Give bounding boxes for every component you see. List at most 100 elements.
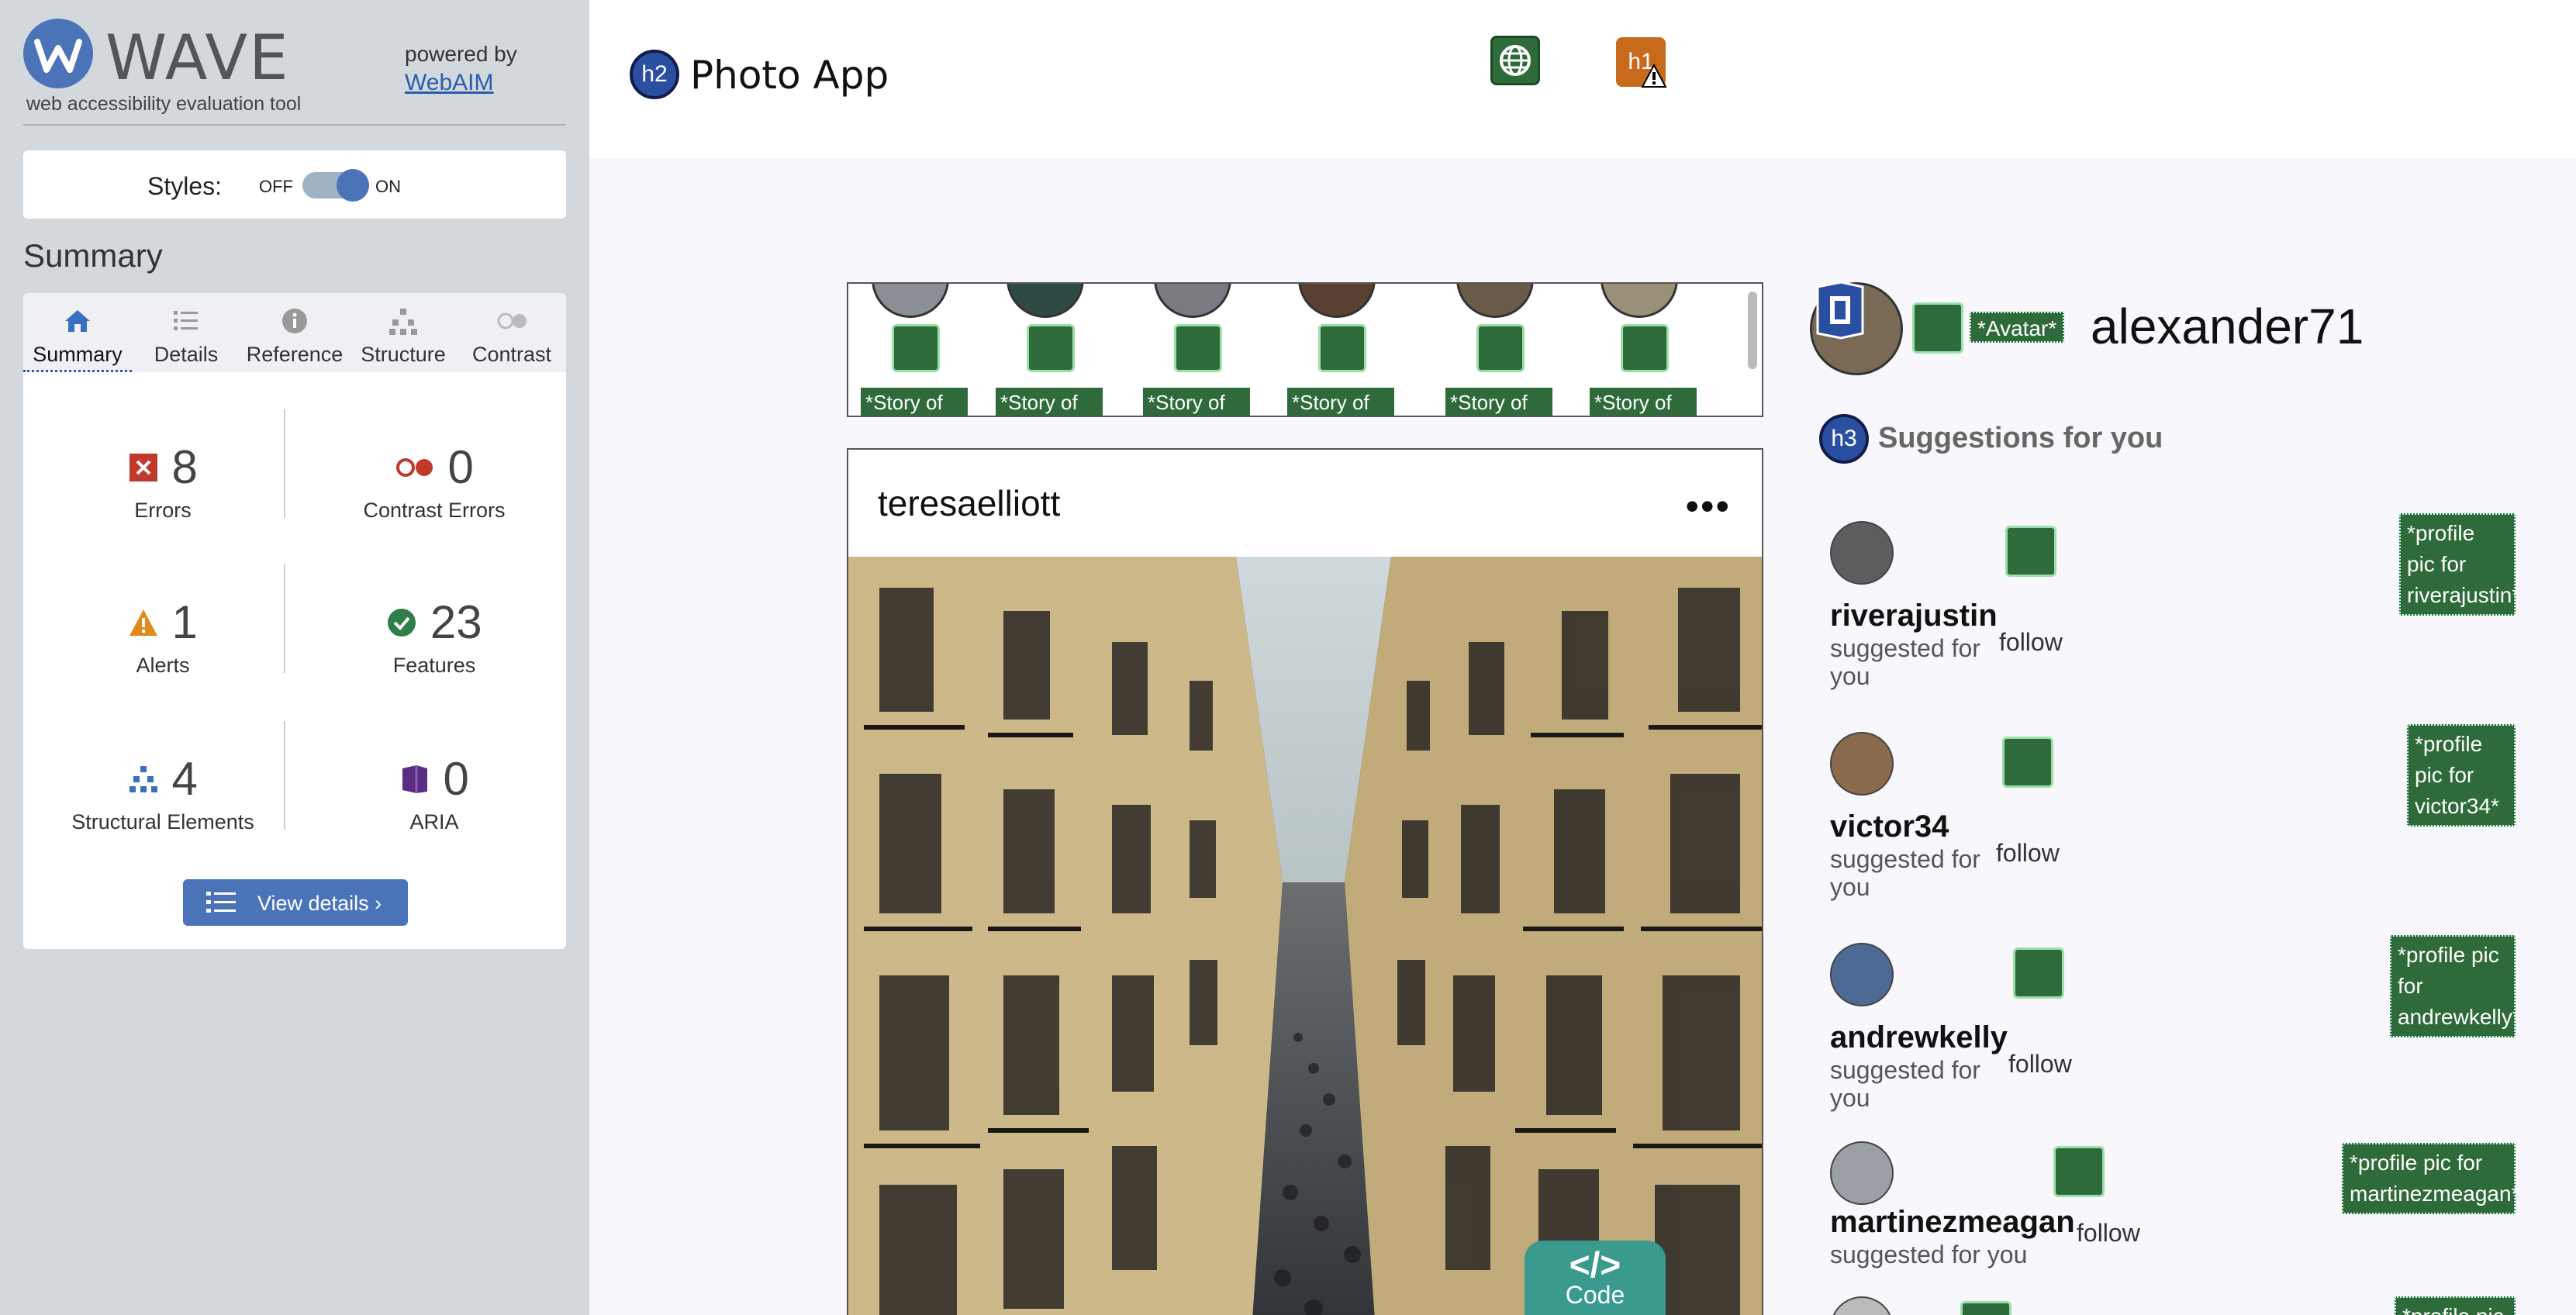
stat-divider <box>284 564 285 673</box>
tab-contrast[interactable]: Contrast <box>458 293 566 372</box>
stat-errors[interactable]: 8 Errors <box>39 440 287 523</box>
toggle-knob[interactable] <box>337 169 369 202</box>
wave-tabs: Summary Details Reference Structure Cont… <box>23 293 566 372</box>
profile-username[interactable]: alexander71 <box>2091 298 2364 355</box>
suggestion-username[interactable]: riverajustin <box>1830 599 1998 633</box>
feature-check-icon <box>388 608 416 637</box>
profile-pic-alt-tag: *profile pic for andrewkelly* <box>2390 935 2521 1037</box>
image-feature-icon <box>2005 526 2056 577</box>
story-item[interactable]: *Story of <box>848 284 968 416</box>
suggestion-username[interactable]: martinezmeagan <box>1830 1205 2075 1240</box>
follow-button[interactable]: follow <box>2008 1050 2072 1079</box>
story-caption: *Story of <box>1445 388 1552 416</box>
image-feature-icon <box>892 324 940 372</box>
stat-alerts[interactable]: 1 Alerts <box>39 595 287 678</box>
story-item[interactable]: *Story of <box>1577 284 1697 416</box>
stat-features[interactable]: 23 Features <box>310 595 558 678</box>
styles-toggle[interactable] <box>302 169 369 202</box>
suggestion-subtitle: suggested for you <box>1830 634 1980 690</box>
h3-badge[interactable]: h3 <box>1819 414 1869 464</box>
code-toggle-button[interactable]: </> Code <box>1525 1241 1666 1315</box>
list-icon <box>174 311 198 330</box>
suggestion-username[interactable]: victor34 <box>1830 809 1949 844</box>
suggestion-item: victor34 suggested for you follow *profi… <box>1830 724 2574 903</box>
photo-app: h2 Photo App h1 *Story of *Story of *Sto… <box>589 0 2576 1315</box>
tab-reference[interactable]: Reference <box>240 293 349 372</box>
view-details-button[interactable]: View details › <box>183 879 408 926</box>
tab-structure[interactable]: Structure <box>349 293 458 372</box>
story-avatar <box>872 284 949 318</box>
suggestion-username[interactable]: andrewkelly <box>1830 1020 2008 1055</box>
suggestion-item: *profile pic <box>1830 1293 2574 1315</box>
styles-on-label: ON <box>375 177 401 196</box>
suggestion-avatar <box>1830 943 1894 1006</box>
post-username[interactable]: teresaelliott <box>878 482 1060 524</box>
story-item[interactable]: *Story of <box>1131 284 1250 416</box>
tab-summary[interactable]: Summary <box>23 293 132 372</box>
contrast-icon <box>497 312 527 330</box>
image-feature-icon <box>1027 324 1075 372</box>
more-options-icon[interactable]: ••• <box>1685 484 1731 529</box>
suggestion-subtitle: suggested for you <box>1830 1056 1980 1112</box>
tab-details[interactable]: Details <box>132 293 240 372</box>
post-photo[interactable] <box>848 557 1763 1315</box>
profile-pic-alt-tag: *profile pic for victor34* <box>2407 724 2516 827</box>
image-feature-icon <box>1912 302 1963 354</box>
avatar-alt-tag: *Avatar* <box>1970 312 2065 343</box>
image-feature-icon <box>1960 1301 2011 1315</box>
follow-button[interactable]: follow <box>1996 839 2060 868</box>
home-icon <box>65 310 90 332</box>
story-item[interactable]: *Story of <box>1275 284 1394 416</box>
powered-by-label: powered by <box>405 42 517 66</box>
image-feature-icon <box>1476 324 1525 372</box>
profile-pic-alt-tag: *profile pic <box>2395 1296 2516 1315</box>
story-avatar <box>1007 284 1084 318</box>
image-feature-icon <box>2053 1146 2105 1197</box>
wave-sidebar: WAVE web accessibility evaluation tool p… <box>0 0 589 1315</box>
alert-icon <box>129 609 158 636</box>
webaim-link[interactable]: WebAIM <box>405 70 493 96</box>
suggestion-item: martinezmeagan suggested for you follow … <box>1830 1141 2574 1296</box>
story-avatar <box>1298 284 1376 318</box>
list-icon <box>206 892 236 913</box>
stat-aria[interactable]: 0 ARIA <box>310 752 558 834</box>
story-caption: *Story of <box>1287 388 1394 416</box>
suggestion-avatar <box>1830 521 1894 585</box>
story-avatar <box>1154 284 1231 318</box>
image-feature-icon <box>1318 324 1366 372</box>
aria-icon <box>402 764 428 793</box>
story-item[interactable]: *Story of <box>983 284 1103 416</box>
image-feature-icon <box>2002 737 2053 788</box>
suggestion-avatar <box>1830 1141 1894 1205</box>
structure-icon <box>389 309 417 335</box>
suggestion-item: andrewkelly suggested for you follow *pr… <box>1830 935 2574 1113</box>
summary-panel: Summary Details Reference Structure Cont… <box>23 293 566 949</box>
story-caption: *Story of <box>1590 388 1697 416</box>
app-header: h2 Photo App h1 <box>589 0 2576 158</box>
story-item[interactable]: *Story of <box>1433 284 1552 416</box>
wave-title: WAVE <box>105 22 290 94</box>
styles-toggle-box: Styles: OFF ON <box>23 150 566 219</box>
image-feature-icon <box>1174 324 1222 372</box>
contrast-error-icon <box>396 457 433 477</box>
info-icon <box>282 309 307 333</box>
image-feature-icon <box>1621 324 1669 372</box>
styles-label: Styles: <box>147 172 223 200</box>
structure-icon <box>129 765 158 792</box>
post-card: teresaelliott ••• <box>847 448 1763 1315</box>
follow-button[interactable]: follow <box>1999 628 2063 657</box>
follow-button[interactable]: follow <box>2077 1219 2140 1248</box>
code-icon: </> <box>1569 1244 1621 1285</box>
stat-divider <box>284 409 285 518</box>
stat-structural-elements[interactable]: 4 Structural Elements <box>39 752 287 834</box>
stories-strip[interactable]: *Story of *Story of *Story of *Story of … <box>847 282 1763 417</box>
wave-tagline: web accessibility evaluation tool <box>26 93 302 115</box>
error-icon <box>129 453 158 481</box>
stat-contrast-errors[interactable]: 0 Contrast Errors <box>310 440 558 523</box>
language-globe-icon[interactable] <box>1490 36 1540 85</box>
app-title: Photo App <box>690 53 889 98</box>
stories-scrollbar[interactable] <box>1748 292 1757 369</box>
h2-badge[interactable]: h2 <box>630 50 679 99</box>
wave-logo-icon <box>23 19 93 88</box>
aria-icon <box>1816 281 1864 340</box>
